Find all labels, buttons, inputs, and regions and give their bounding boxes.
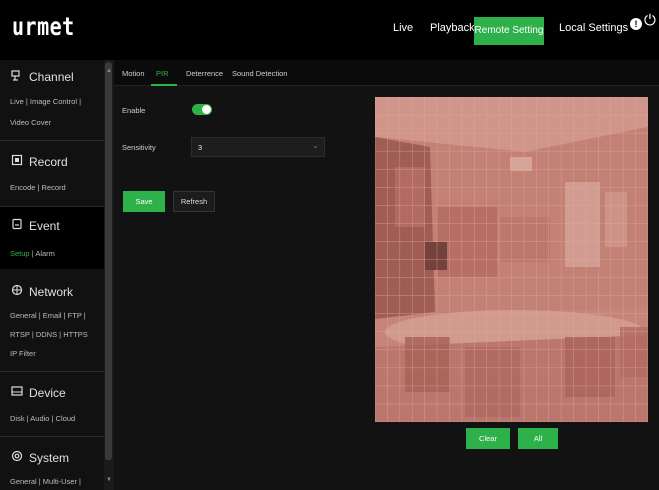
sidebar-divider xyxy=(0,436,104,437)
urmet-logo: urmet xyxy=(12,11,75,41)
sidebar-event-label: Event xyxy=(29,218,60,233)
sidebar-event-setup-link[interactable]: Setup xyxy=(10,249,30,258)
refresh-button[interactable]: Refresh xyxy=(173,191,215,212)
sidebar-system-links[interactable]: General | Multi-User | xyxy=(10,477,81,486)
sidebar-item-network[interactable]: Network xyxy=(10,284,73,299)
event-icon xyxy=(10,218,24,233)
nav-playback[interactable]: Playback xyxy=(430,22,475,34)
sidebar-record-label: Record xyxy=(29,154,68,169)
tab-deterrence[interactable]: Deterrence xyxy=(186,69,223,78)
sidebar-divider xyxy=(0,206,104,207)
sidebar-divider xyxy=(0,140,104,141)
sensitivity-value: 3 xyxy=(198,143,203,152)
tab-sound-detection[interactable]: Sound Detection xyxy=(232,69,287,78)
sidebar-event-highlight xyxy=(0,207,104,269)
nav-local-settings[interactable]: Local Settings xyxy=(559,22,628,34)
camera-preview[interactable] xyxy=(375,97,648,422)
sidebar-network-label: Network xyxy=(29,284,74,299)
sidebar-scrollbar-thumb[interactable] xyxy=(105,62,112,460)
sidebar-item-channel[interactable]: Channel xyxy=(10,69,74,84)
toggle-knob xyxy=(202,105,211,114)
sidebar-item-device[interactable]: Device xyxy=(10,385,66,400)
nav-live[interactable]: Live xyxy=(393,22,413,34)
sidebar-item-system[interactable]: System xyxy=(10,450,69,465)
sidebar-event-alarm-link[interactable]: | Alarm xyxy=(32,249,55,258)
sidebar-item-event[interactable]: Event xyxy=(10,218,60,233)
preview-scene xyxy=(375,97,648,422)
sidebar-divider xyxy=(0,371,104,372)
enable-toggle[interactable] xyxy=(192,104,212,115)
scroll-down-icon[interactable]: ▼ xyxy=(106,477,112,483)
sidebar-record-links[interactable]: Encode | Record xyxy=(10,183,66,192)
sensitivity-label: Sensitivity xyxy=(122,143,156,152)
sidebar-item-record[interactable]: Record xyxy=(10,154,68,169)
scroll-up-icon[interactable]: ▲ xyxy=(106,68,112,74)
sensitivity-select[interactable]: 3 ⌄ xyxy=(191,137,325,157)
chevron-down-icon: ⌄ xyxy=(312,141,319,150)
device-icon xyxy=(10,385,24,400)
camera-icon xyxy=(10,69,24,84)
tab-pir[interactable]: PIR xyxy=(156,69,169,78)
top-bar: urmet Live Playback Remote Setting Local… xyxy=(0,0,659,60)
save-button[interactable]: Save xyxy=(123,191,165,212)
sidebar-channel-links-1[interactable]: Live | Image Control | xyxy=(10,97,81,106)
sidebar-network-links-1[interactable]: General | Email | FTP | xyxy=(10,311,86,320)
clear-button[interactable]: Clear xyxy=(466,428,510,449)
sidebar-channel-label: Channel xyxy=(29,69,74,84)
sidebar-network-links-3[interactable]: IP Filter xyxy=(10,349,36,358)
sidebar-system-label: System xyxy=(29,450,70,465)
nav-remote-setting[interactable]: Remote Setting xyxy=(474,17,544,45)
sidebar-network-links-2[interactable]: RTSP | DDNS | HTTPS xyxy=(10,330,88,339)
sidebar-device-links[interactable]: Disk | Audio | Cloud xyxy=(10,414,75,423)
info-icon[interactable]: ! xyxy=(630,18,642,30)
network-icon xyxy=(10,284,24,299)
active-tab-indicator xyxy=(151,84,177,86)
record-icon xyxy=(10,154,24,169)
sidebar-device-label: Device xyxy=(29,385,66,400)
enable-label: Enable xyxy=(122,106,146,115)
sidebar-channel-links-2[interactable]: Video Cover xyxy=(10,118,51,127)
sidebar-event-links[interactable]: Setup | Alarm xyxy=(10,249,55,258)
system-icon xyxy=(10,450,24,465)
select-all-button[interactable]: All xyxy=(518,428,558,449)
power-icon[interactable]: ⏻ xyxy=(644,12,656,29)
tab-motion[interactable]: Motion xyxy=(122,69,145,78)
